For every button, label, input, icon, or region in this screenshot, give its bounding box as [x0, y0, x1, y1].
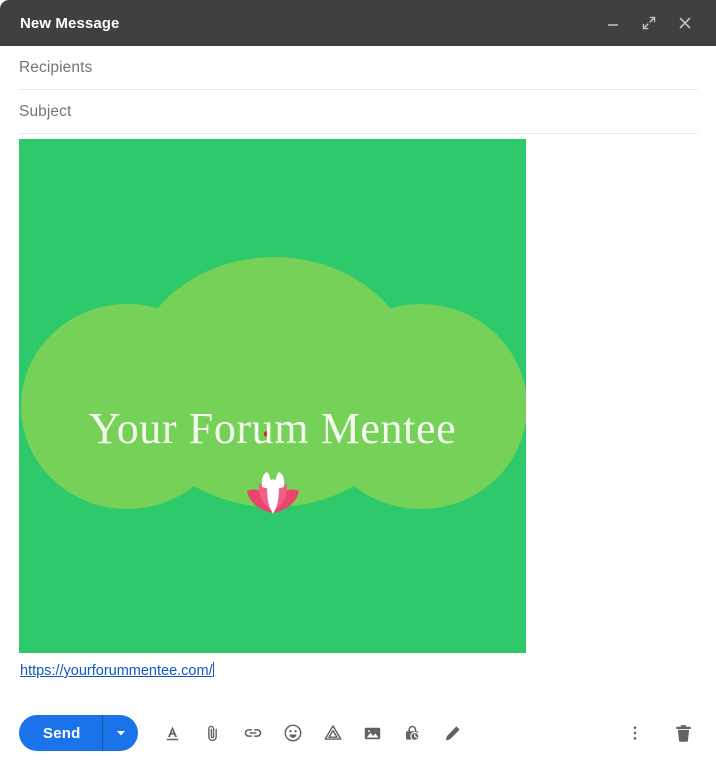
minimize-icon — [608, 24, 618, 26]
expand-button[interactable] — [638, 12, 660, 34]
minimize-button[interactable] — [602, 12, 624, 34]
send-button[interactable]: Send — [19, 725, 102, 742]
send-options-button[interactable] — [103, 715, 138, 751]
emoji-icon — [284, 724, 302, 742]
subject-placeholder: Subject — [19, 103, 72, 120]
lock-clock-icon — [406, 725, 420, 741]
drive-icon — [324, 725, 342, 740]
close-button[interactable] — [674, 12, 696, 34]
formatting-tools — [156, 717, 469, 750]
paperclip-icon — [208, 725, 218, 741]
link-icon — [244, 729, 262, 737]
formatting-options-button[interactable] — [156, 717, 189, 750]
insert-signature-button[interactable] — [436, 717, 469, 750]
toolbar-right-actions — [618, 717, 700, 750]
expand-icon — [642, 16, 656, 30]
forum-website-link[interactable]: https://yourforummentee.com/ — [20, 663, 213, 679]
window-controls — [602, 12, 702, 34]
insert-link-button[interactable] — [236, 717, 269, 750]
banner-image[interactable]: Your Forum Mentee — [19, 139, 526, 653]
subject-field[interactable]: Subject — [19, 90, 698, 134]
recipients-placeholder: Recipients — [19, 59, 93, 76]
send-button-group[interactable]: Send — [19, 715, 139, 751]
page-title: New Message — [20, 14, 120, 32]
confidential-mode-button[interactable] — [396, 717, 429, 750]
trash-icon — [676, 724, 691, 742]
banner-title: Your Forum Mentee — [88, 404, 457, 453]
insert-emoji-button[interactable] — [276, 717, 309, 750]
compose-toolbar: Send — [0, 704, 716, 762]
recipients-field[interactable]: Recipients — [19, 46, 698, 90]
compose-window-titlebar: New Message — [0, 0, 716, 46]
format-text-icon — [167, 726, 179, 740]
insert-photo-button[interactable] — [356, 717, 389, 750]
more-vertical-icon — [633, 726, 636, 740]
chevron-down-icon — [116, 731, 125, 736]
pen-icon — [446, 725, 461, 740]
insert-drive-file-button[interactable] — [316, 717, 349, 750]
message-body[interactable]: Your Forum Mentee https://yourforummente… — [0, 134, 716, 679]
link-line: https://yourforummentee.com/ — [19, 653, 697, 679]
close-icon — [679, 17, 691, 29]
more-options-button[interactable] — [618, 717, 651, 750]
attach-files-button[interactable] — [196, 717, 229, 750]
image-icon — [365, 727, 381, 739]
discard-draft-button[interactable] — [667, 717, 700, 750]
text-cursor — [212, 662, 214, 677]
lotus-flower-icon — [247, 472, 299, 514]
